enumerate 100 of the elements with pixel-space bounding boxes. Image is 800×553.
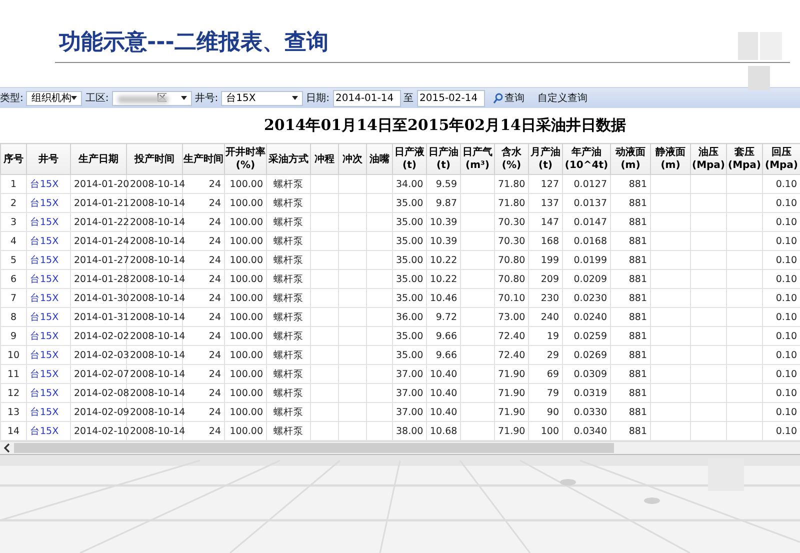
table-cell: 2008-10-14 bbox=[130, 350, 186, 360]
table-cell: 100.00 bbox=[230, 216, 263, 228]
table-cell: 881 bbox=[628, 350, 647, 360]
table-cell: 35.00 bbox=[396, 198, 424, 208]
table-cell: 35.00 bbox=[396, 254, 424, 266]
table-cell: 24 bbox=[208, 274, 221, 284]
table-cell: 100.00 bbox=[230, 178, 263, 190]
column-header: 年产油 (10^4t) bbox=[562, 144, 610, 174]
table-cell: 5 bbox=[10, 254, 17, 266]
table-cell: 10.46 bbox=[430, 292, 458, 304]
table-cell: 螺杆泵 bbox=[274, 198, 304, 208]
table-cell: 100.00 bbox=[230, 368, 263, 380]
table-cell: 0.0319 bbox=[574, 388, 607, 398]
table-cell: 199 bbox=[540, 254, 559, 266]
column-header: 静液面 (m) bbox=[650, 144, 690, 174]
table-cell: 881 bbox=[628, 406, 647, 418]
table-cell: 2008-10-14 bbox=[130, 330, 186, 342]
table-cell: 24 bbox=[208, 388, 221, 398]
table-cell: 90 bbox=[546, 406, 559, 418]
table-cell: 881 bbox=[628, 254, 647, 266]
table-cell: 137 bbox=[540, 198, 559, 208]
table-cell: 100.00 bbox=[230, 330, 263, 342]
table-cell: 24 bbox=[208, 368, 221, 380]
table-cell: 881 bbox=[628, 274, 647, 284]
table-cell: 2014-01-21 bbox=[74, 198, 130, 208]
table-cell: 2008-10-14 bbox=[130, 254, 186, 266]
scrollbar-thumb[interactable] bbox=[14, 443, 614, 453]
table-cell: 10 bbox=[7, 350, 20, 360]
table-cell: 100.00 bbox=[230, 350, 263, 360]
table-cell: 2008-10-14 bbox=[130, 368, 186, 380]
table-cell: 881 bbox=[628, 236, 647, 246]
table-cell: 24 bbox=[208, 216, 221, 228]
table-cell: 9.72 bbox=[436, 312, 457, 322]
column-header: 油嘴 bbox=[366, 144, 392, 174]
table-cell: 0.0340 bbox=[574, 426, 607, 436]
table-cell: 70.30 bbox=[498, 236, 526, 246]
table-cell: 0.0309 bbox=[574, 368, 607, 380]
field-label: 井号: bbox=[194, 92, 218, 105]
table-cell: 35.00 bbox=[396, 216, 424, 228]
search-button[interactable]: 查询 bbox=[488, 91, 530, 105]
table-cell: 881 bbox=[628, 388, 647, 398]
table-cell: 1 bbox=[10, 178, 17, 190]
date-field[interactable]: 2015-02-14 bbox=[416, 90, 484, 106]
table-cell: 0.0269 bbox=[574, 350, 607, 360]
table-cell: 37.00 bbox=[396, 368, 424, 380]
table-cell: 127 bbox=[540, 178, 559, 190]
custom-query-button[interactable]: 自定义查询 bbox=[532, 91, 592, 105]
table-cell: 螺杆泵 bbox=[274, 388, 304, 398]
column-header: 冲次 bbox=[338, 144, 366, 174]
table-cell: 14 bbox=[7, 426, 20, 436]
table-cell: 12 bbox=[7, 388, 20, 398]
table-cell: 0.10 bbox=[776, 274, 797, 284]
table-cell: 24 bbox=[208, 406, 221, 418]
table-cell: 38.00 bbox=[396, 426, 424, 436]
table-cell: 螺杆泵 bbox=[274, 406, 304, 418]
column-header: 生产时间 bbox=[182, 144, 224, 174]
field-label: 工区: bbox=[85, 92, 109, 105]
table-cell: 2008-10-14 bbox=[130, 178, 186, 190]
table-cell: 37.00 bbox=[396, 388, 424, 398]
table-cell: 10.22 bbox=[430, 254, 458, 266]
table-cell: 100.00 bbox=[230, 406, 263, 418]
horizontal-scrollbar[interactable] bbox=[0, 441, 800, 455]
table-cell: 2014-01-30 bbox=[74, 292, 130, 304]
table-cell: 0.10 bbox=[776, 312, 797, 322]
table-cell: 100.00 bbox=[230, 388, 263, 398]
table-cell: 881 bbox=[628, 368, 647, 380]
column-header: 采油方式 bbox=[266, 144, 310, 174]
table-cell: 100 bbox=[540, 426, 559, 436]
column-header: 冲程 bbox=[310, 144, 338, 174]
table-cell: 螺杆泵 bbox=[274, 216, 304, 228]
table-cell: 0.0147 bbox=[574, 216, 607, 228]
column-header: 日产气 (m³) bbox=[460, 144, 494, 174]
table-cell: 0.10 bbox=[776, 198, 797, 208]
table-cell: 35.00 bbox=[396, 330, 424, 342]
table-cell: 35.00 bbox=[396, 292, 424, 304]
table-cell: 881 bbox=[628, 312, 647, 322]
table-cell: 11 bbox=[7, 368, 20, 380]
table-cell: 2014-02-09 bbox=[74, 406, 130, 418]
caret-icon bbox=[292, 96, 298, 100]
table-cell: 0.0259 bbox=[574, 330, 607, 342]
table-cell: 0.0230 bbox=[574, 292, 607, 304]
table-cell: 10.39 bbox=[430, 216, 458, 228]
column-header: 日产液 (t) bbox=[392, 144, 426, 174]
table-cell: 24 bbox=[208, 426, 221, 436]
table-cell: 881 bbox=[628, 426, 647, 436]
table-cell: 螺杆泵 bbox=[274, 426, 304, 436]
table-cell: 螺杆泵 bbox=[274, 178, 304, 190]
table-cell: 100.00 bbox=[230, 236, 263, 246]
table-cell: 71.90 bbox=[498, 426, 526, 436]
table-cell: 881 bbox=[628, 216, 647, 228]
table-cell: 螺杆泵 bbox=[274, 292, 304, 304]
table-cell: 0.10 bbox=[776, 178, 797, 190]
table-cell: 70.80 bbox=[498, 274, 526, 284]
table-cell: 24 bbox=[208, 198, 221, 208]
dropdown[interactable]: 组织机构 bbox=[26, 90, 82, 106]
table-cell: 2008-10-14 bbox=[130, 236, 186, 246]
table-cell: 0.0330 bbox=[574, 406, 607, 418]
dropdown[interactable]: 台15X bbox=[221, 90, 304, 106]
date-field[interactable]: 2014-01-14 bbox=[332, 90, 400, 106]
table-cell: 0.10 bbox=[776, 292, 797, 304]
